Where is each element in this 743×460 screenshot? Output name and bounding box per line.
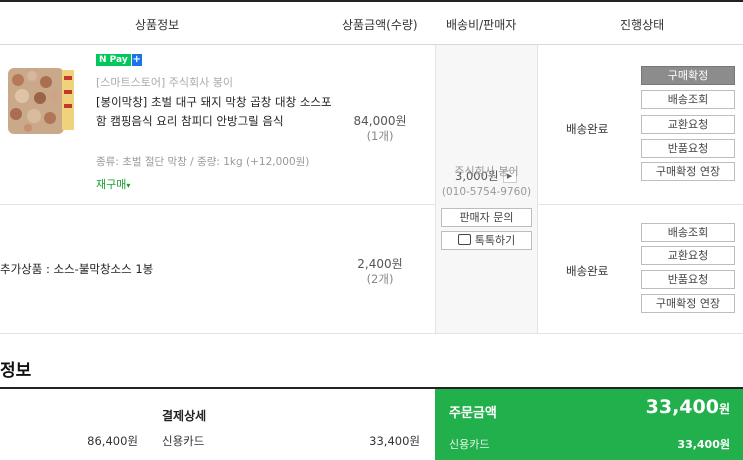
card-amount: 33,400원 <box>677 438 730 451</box>
confirm-purchase-button[interactable]: 구매확정 <box>641 66 735 85</box>
header-product: 상품정보 <box>135 18 180 32</box>
payment-method: 신용카드 <box>162 434 205 448</box>
track-delivery-button[interactable]: 배송조회 <box>641 223 735 242</box>
payment-detail-title: 결제상세 <box>162 409 207 423</box>
talktalk-button[interactable]: 톡톡하기 <box>441 231 532 250</box>
payment-method-amount: 33,400원 <box>369 434 420 448</box>
rebuy-link[interactable]: 재구매▾ <box>96 176 130 192</box>
order-total-unit: 원 <box>718 402 730 416</box>
seller-inquiry-button[interactable]: 판매자 문의 <box>441 208 532 227</box>
chevron-down-icon: ▾ <box>126 181 131 190</box>
item1-qty: (1개) <box>366 129 394 143</box>
npay-logo: N Pay <box>96 53 131 66</box>
plus-icon: + <box>131 53 142 66</box>
product-option: 종류: 초벌 절단 막창 / 중량: 1kg (+12,000원) <box>96 156 310 168</box>
rebuy-label: 재구매 <box>96 178 127 191</box>
track-delivery-button[interactable]: 배송조회 <box>641 90 735 109</box>
product-thumbnail[interactable] <box>0 66 78 138</box>
item2-price: 2,400원 <box>357 257 403 271</box>
talktalk-label: 톡톡하기 <box>474 234 516 247</box>
header-shipping: 배송비/판매자 <box>446 18 517 32</box>
row-divider <box>0 333 743 334</box>
return-request-button[interactable]: 반품요청 <box>641 270 735 289</box>
extend-confirmation-button[interactable]: 구매확정 연장 <box>641 162 735 181</box>
store-name[interactable]: [스마트스토어] 주식회사 봉이 <box>96 74 233 90</box>
row-divider <box>0 204 435 205</box>
product-name[interactable]: [봉이막창] 초벌 대구 돼지 막창 곱창 대창 소스포함 캠핑음식 요리 참피… <box>96 93 336 131</box>
seller-name[interactable]: 주식회사 봉이 <box>441 163 532 179</box>
header-status: 진행상태 <box>620 18 665 32</box>
item2-status: 배송완료 <box>566 264 609 278</box>
npay-badge: N Pay + <box>96 53 142 66</box>
header-amount: 상품금액(수량) <box>342 18 418 32</box>
exchange-request-button[interactable]: 교환요청 <box>641 246 735 265</box>
item1-price: 84,000원 <box>353 114 407 128</box>
payment-section-title: 정보 <box>0 361 32 381</box>
addon-product-name[interactable]: 추가상품 : 소스-불막창소스 1봉 <box>0 261 153 277</box>
order-total-value: 33,400 <box>645 396 719 418</box>
extend-confirmation-button[interactable]: 구매확정 연장 <box>641 294 735 313</box>
order-total-amount: 33,400원 <box>600 396 730 418</box>
card-label: 신용카드 <box>449 438 490 451</box>
order-total-label: 주문금액 <box>449 406 497 421</box>
item2-qty: (2개) <box>366 272 394 286</box>
order-table-header: 상품정보 상품금액(수량) 배송비/판매자 진행상태 <box>0 0 743 45</box>
seller-phone: (010-5754-9760) <box>441 186 532 198</box>
return-request-button[interactable]: 반품요청 <box>641 139 735 158</box>
item1-status: 배송완료 <box>566 122 609 136</box>
row-divider <box>538 204 743 205</box>
product-total: 86,400원 <box>87 434 138 448</box>
chat-icon <box>457 234 471 245</box>
exchange-request-button[interactable]: 교환요청 <box>641 115 735 134</box>
